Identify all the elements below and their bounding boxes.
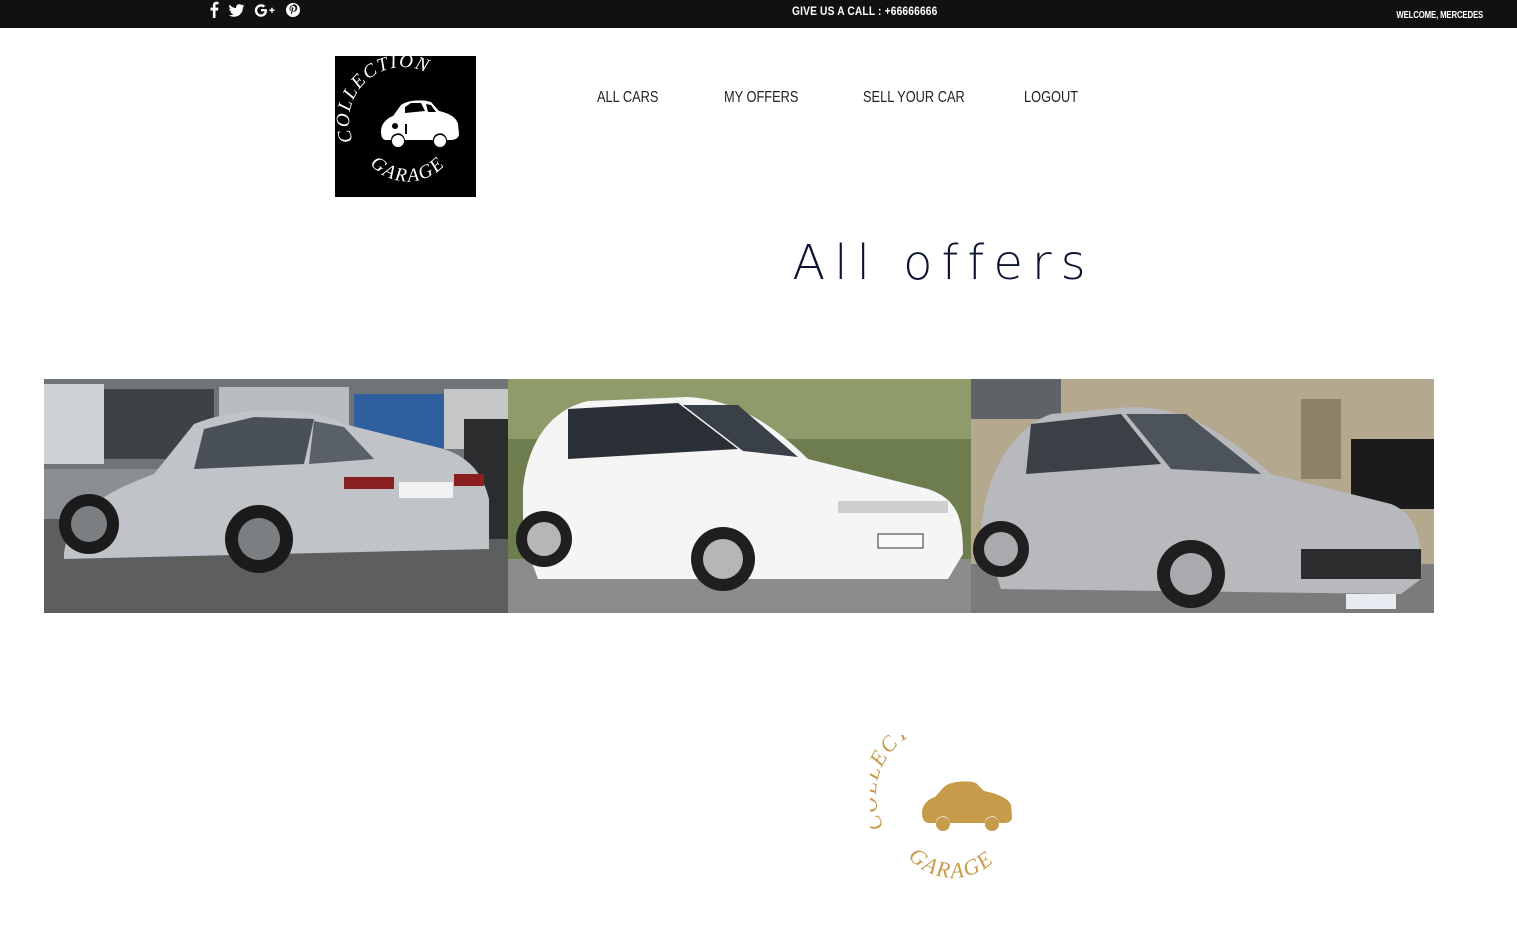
offers-gallery xyxy=(44,379,1434,613)
site-logo[interactable]: COLLECTION GARAGE xyxy=(333,51,476,197)
welcome-message: WELCOME, MERCEDES xyxy=(1396,10,1483,21)
offer-card-volkswagen[interactable] xyxy=(508,379,971,613)
peugeot-photo xyxy=(971,379,1434,613)
logo-text-bottom: GARAGE xyxy=(366,152,447,187)
volkswagen-photo xyxy=(508,379,971,613)
page-title: All offers xyxy=(792,235,1095,291)
phone-contact: GIVE US A CALL : +66666666 xyxy=(791,4,938,18)
car-icon xyxy=(922,781,1012,831)
svg-text:GARAGE: GARAGE xyxy=(904,842,998,883)
nav-my-offers[interactable]: MY OFFERS xyxy=(724,89,798,107)
offer-card-mercedes[interactable] xyxy=(44,379,508,613)
offer-card-peugeot[interactable] xyxy=(971,379,1434,613)
top-bar: GIVE US A CALL : +66666666 WELCOME, MERC… xyxy=(0,0,1517,28)
svg-text:GARAGE: GARAGE xyxy=(366,152,449,187)
mercedes-photo xyxy=(44,379,508,613)
nav-logout[interactable]: LOGOUT xyxy=(1024,89,1078,107)
nav-sell-your-car[interactable]: SELL YOUR CAR xyxy=(863,89,965,107)
nav-all-cars[interactable]: ALL CARS xyxy=(597,89,658,107)
footer-logo-text-bottom: GARAGE xyxy=(904,842,996,883)
main-nav: ALL CARS MY OFFERS SELL YOUR CAR LOGOUT xyxy=(597,89,1092,107)
footer-logo: COLLECTION GARAGE xyxy=(856,707,1020,885)
